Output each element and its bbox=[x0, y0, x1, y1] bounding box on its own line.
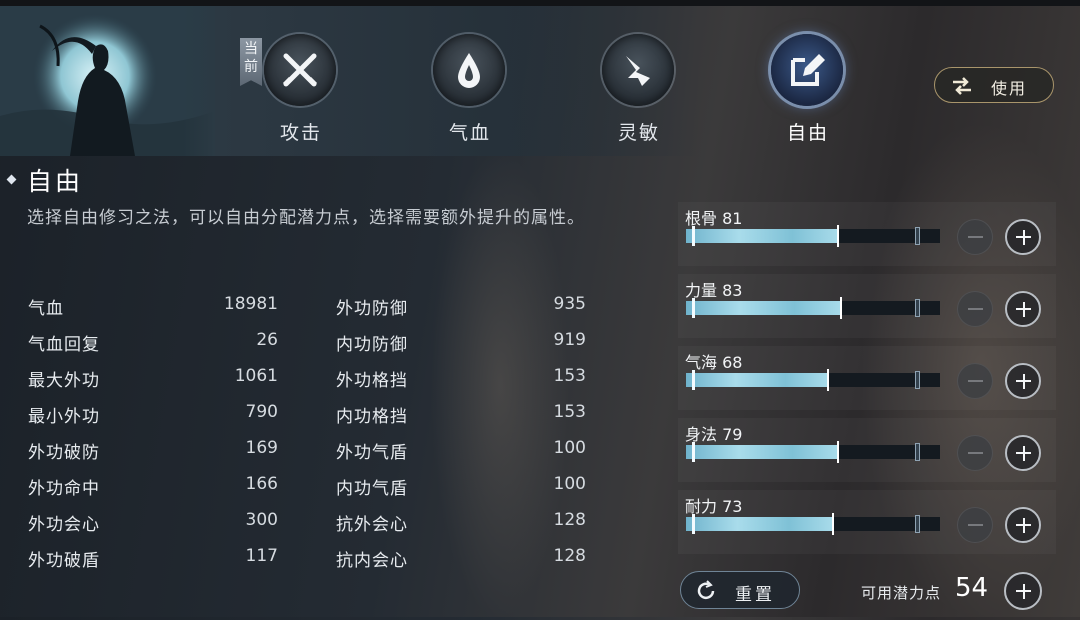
decrease-button[interactable] bbox=[957, 363, 993, 399]
reset-button[interactable]: 重置 bbox=[680, 571, 800, 609]
increase-button[interactable] bbox=[1005, 435, 1041, 471]
attribute-row: 耐力 73 bbox=[678, 490, 1056, 554]
stat-row: 内功气盾 100 bbox=[336, 474, 586, 499]
bar-max-marker bbox=[915, 371, 920, 389]
add-points-button[interactable] bbox=[1004, 572, 1042, 610]
tab-label: 攻击 bbox=[279, 122, 322, 144]
attribute-row: 根骨 81 bbox=[678, 202, 1056, 266]
attribute-bar[interactable] bbox=[686, 513, 940, 535]
bar-max-marker bbox=[915, 515, 920, 533]
decrease-button[interactable] bbox=[957, 291, 993, 327]
decrease-button[interactable] bbox=[957, 219, 993, 255]
stat-row: 抗内会心 128 bbox=[336, 546, 586, 571]
use-button-label: 使用 bbox=[991, 79, 1028, 98]
attribute-row: 力量 83 bbox=[678, 274, 1056, 338]
tab-attack[interactable]: 攻击 bbox=[246, 6, 356, 146]
bar-max-marker bbox=[915, 299, 920, 317]
attribute-row: 气海 68 bbox=[678, 346, 1056, 410]
decrease-button[interactable] bbox=[957, 507, 993, 543]
swap-icon bbox=[953, 77, 971, 95]
increase-button[interactable] bbox=[1005, 291, 1041, 327]
stat-row: 外功破盾 117 bbox=[28, 546, 278, 571]
stat-row: 抗外会心 128 bbox=[336, 510, 586, 535]
stat-row: 最小外功 790 bbox=[28, 402, 278, 427]
stat-row: 外功格挡 153 bbox=[336, 366, 586, 391]
section-title: 自由 bbox=[6, 162, 83, 198]
increase-button[interactable] bbox=[1005, 507, 1041, 543]
reset-button-label: 重置 bbox=[735, 585, 775, 605]
stat-row: 气血回复 26 bbox=[28, 330, 278, 355]
tab-label: 气血 bbox=[448, 122, 491, 144]
attribute-bar[interactable] bbox=[686, 297, 940, 319]
bar-max-marker bbox=[915, 443, 920, 461]
attribute-bar[interactable] bbox=[686, 369, 940, 391]
stat-row: 气血 18981 bbox=[28, 294, 278, 319]
decrease-button[interactable] bbox=[957, 435, 993, 471]
tab-label: 灵敏 bbox=[617, 122, 660, 144]
blood-drop-icon bbox=[458, 53, 480, 88]
stat-row: 外功会心 300 bbox=[28, 510, 278, 535]
edit-icon bbox=[791, 54, 825, 86]
section-description: 选择自由修习之法，可以自由分配潜力点，选择需要额外提升的属性。 bbox=[27, 208, 585, 228]
diamond-bullet-icon bbox=[6, 174, 17, 184]
use-button[interactable]: 使用 bbox=[934, 67, 1054, 103]
attribute-bar[interactable] bbox=[686, 441, 940, 463]
stat-row: 外功命中 166 bbox=[28, 474, 278, 499]
bar-max-marker bbox=[915, 227, 920, 245]
stat-row: 内功防御 919 bbox=[336, 330, 586, 355]
stat-row: 外功防御 935 bbox=[336, 294, 586, 319]
stat-row: 外功破防 169 bbox=[28, 438, 278, 463]
tab-label: 自由 bbox=[786, 122, 829, 144]
increase-button[interactable] bbox=[1005, 363, 1041, 399]
rabbit-icon bbox=[626, 56, 650, 86]
crossed-swords-icon bbox=[282, 53, 318, 87]
stat-row: 外功气盾 100 bbox=[336, 438, 586, 463]
stat-row: 最大外功 1061 bbox=[28, 366, 278, 391]
attribute-row: 身法 79 bbox=[678, 418, 1056, 482]
tab-blood[interactable]: 气血 bbox=[415, 6, 525, 146]
attribute-bar[interactable] bbox=[686, 225, 940, 247]
character-portrait bbox=[0, 6, 215, 156]
refresh-icon bbox=[697, 580, 715, 600]
increase-button[interactable] bbox=[1005, 219, 1041, 255]
available-points-value: 54 bbox=[955, 573, 989, 603]
tab-free[interactable]: 自由 bbox=[753, 6, 863, 146]
available-points-label: 可用潜力点 bbox=[861, 584, 942, 602]
tab-agility[interactable]: 灵敏 bbox=[584, 6, 694, 146]
stat-row: 内功格挡 153 bbox=[336, 402, 586, 427]
current-badge: 当前 bbox=[240, 38, 262, 86]
